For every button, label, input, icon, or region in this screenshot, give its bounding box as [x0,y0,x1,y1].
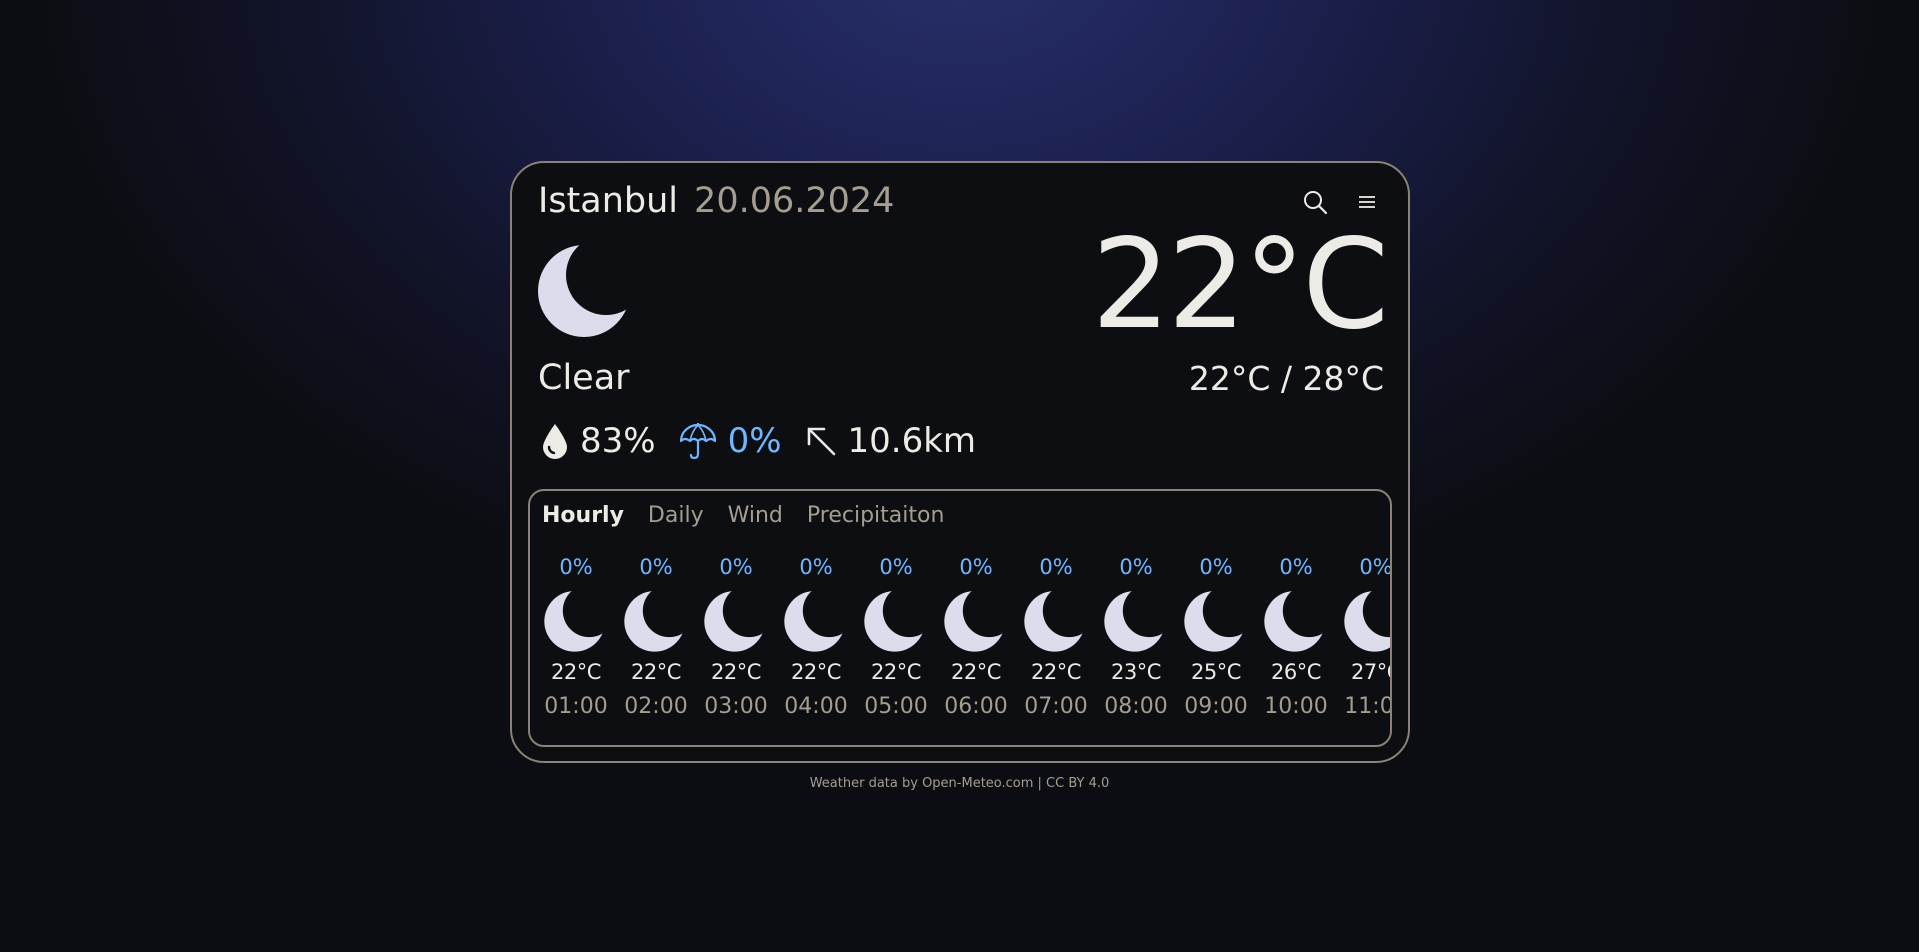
moon-icon [944,590,1006,652]
moon-icon [624,590,686,652]
hourly-rain-chance: 0% [879,555,913,579]
tab-precipitation[interactable]: Precipitaiton [807,503,945,528]
hourly-time: 02:00 [624,694,688,719]
current-stats: 83% 0% 10.6km [540,421,976,461]
weather-card: Istanbul 20.06.2024 Clear 22°C 22°C / 28… [510,161,1410,763]
hourly-rain-chance: 0% [1279,555,1313,579]
hourly-time: 05:00 [864,694,928,719]
hourly-temperature: 22°C [951,660,1001,684]
moon-icon [544,590,606,652]
precipitation-value: 0% [727,421,782,461]
moon-icon [1024,590,1086,652]
hourly-rain-chance: 0% [1199,555,1233,579]
humidity-stat: 83% [540,421,656,461]
hourly-item: 0% 22°C 05:00 [856,555,936,725]
hourly-item: 0% 22°C 06:00 [936,555,1016,725]
hourly-time: 11:00 [1344,694,1390,719]
hourly-temperature: 22°C [791,660,841,684]
hourly-temperature: 25°C [1191,660,1241,684]
tab-daily[interactable]: Daily [648,503,704,528]
moon-icon [704,590,766,652]
hourly-rain-chance: 0% [1359,555,1392,579]
moon-icon [1264,590,1326,652]
hourly-rain-chance: 0% [1039,555,1073,579]
min-max-temperature: 22°C / 28°C [1188,359,1384,398]
moon-icon [538,245,630,337]
droplet-icon [543,424,567,459]
hourly-temperature: 22°C [711,660,761,684]
hourly-time: 08:00 [1104,694,1168,719]
hourly-rain-chance: 0% [719,555,753,579]
hourly-temperature: 22°C [631,660,681,684]
moon-icon [1344,590,1390,652]
hourly-item: 0% 22°C 04:00 [776,555,856,725]
hourly-time: 06:00 [944,694,1008,719]
hourly-time: 09:00 [1184,694,1248,719]
hourly-temperature: 22°C [1031,660,1081,684]
hourly-time: 03:00 [704,694,768,719]
moon-icon [1104,590,1166,652]
tab-wind[interactable]: Wind [728,503,783,528]
wind-stat: 10.6km [804,421,977,461]
hourly-rain-chance: 0% [559,555,593,579]
forecast-panel: Hourly Daily Wind Precipitaiton 0% 22°C 01… [528,489,1392,747]
hourly-item: 0% 25°C 09:00 [1176,555,1256,725]
hourly-temperature: 27°C [1351,660,1390,684]
hourly-time: 07:00 [1024,694,1088,719]
current-temperature: 22°C [1091,213,1389,357]
hourly-temperature: 26°C [1271,660,1321,684]
hourly-time: 04:00 [784,694,848,719]
moon-icon [1184,590,1246,652]
hourly-item: 0% 22°C 01:00 [536,555,616,725]
wind-value: 10.6km [847,421,977,461]
attribution-footer: Weather data by Open-Meteo.com | CC BY 4… [809,776,1110,791]
hourly-item: 0% 22°C 03:00 [696,555,776,725]
condition-label: Clear [538,358,630,398]
hourly-rain-chance: 0% [1119,555,1153,579]
hourly-item: 0% 23°C 08:00 [1096,555,1176,725]
hourly-item: 0% 26°C 10:00 [1256,555,1336,725]
hourly-list[interactable]: 0% 22°C 01:00 0% 22°C 02:00 0% 22°C 03:00 0% 22°C 0… [536,555,1392,725]
hourly-rain-chance: 0% [799,555,833,579]
current-date: 20.06.2024 [694,181,895,221]
tab-hourly[interactable]: Hourly [542,503,624,528]
hourly-temperature: 23°C [1111,660,1161,684]
umbrella-icon [679,423,716,460]
wind-direction-arrow-icon [807,427,835,456]
hourly-item: 0% 22°C 07:00 [1016,555,1096,725]
city-name: Istanbul [538,181,679,221]
hourly-temperature: 22°C [551,660,601,684]
hourly-temperature: 22°C [871,660,921,684]
forecast-tabs: Hourly Daily Wind Precipitaiton [542,503,944,528]
hourly-rain-chance: 0% [639,555,673,579]
hourly-time: 10:00 [1264,694,1328,719]
precipitation-stat: 0% [678,421,782,461]
moon-icon [784,590,846,652]
hourly-time: 01:00 [544,694,608,719]
hourly-item: 0% 22°C 02:00 [616,555,696,725]
hourly-rain-chance: 0% [959,555,993,579]
humidity-value: 83% [580,421,656,461]
hourly-item: 0% 27°C 11:00 [1336,555,1392,725]
moon-icon [864,590,926,652]
header: Istanbul 20.06.2024 [538,181,894,221]
